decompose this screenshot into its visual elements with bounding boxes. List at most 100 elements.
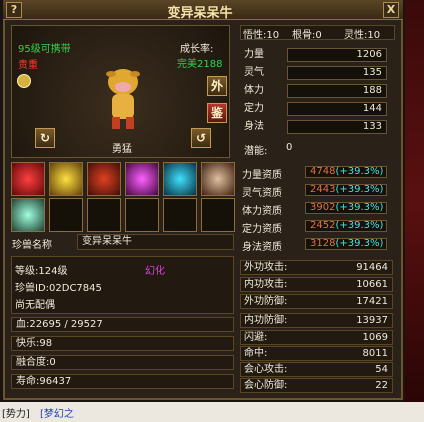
rotate-left-icon: ↻ (39, 131, 51, 145)
aptitude-bonus: (+39.3%) (335, 166, 384, 177)
aptitude-bonus: (+39.3%) (335, 184, 384, 195)
genbone-stat: 根骨:0 (292, 30, 322, 41)
stat-value-agility: 133 (287, 120, 387, 134)
aptitude-base: 3128 (310, 238, 336, 249)
aptitude-base: 4748 (310, 166, 336, 177)
skill-slot-2[interactable] (49, 162, 83, 196)
combat-row-int-defense: 内功防御: 13937 (240, 313, 393, 328)
spouse-status: 尚无配偶 (15, 300, 55, 311)
help-button[interactable]: ? (6, 2, 22, 18)
skill-slot-10[interactable] (125, 198, 159, 232)
combat-row-hit: 命中: 8011 (240, 346, 393, 361)
lingxing-stat: 灵性:10 (344, 30, 381, 41)
skill-slot-6[interactable] (201, 162, 235, 196)
combat-label: 外功攻击: (244, 262, 288, 273)
stat-name-spirit: 灵气 (244, 67, 264, 78)
pet-level: 等级:124级 (15, 266, 68, 277)
happiness-row: 快乐:98 (11, 336, 234, 351)
carry-level: 95级可携带 (18, 40, 71, 55)
combat-value: 1069 (362, 332, 388, 343)
combat-row-ext-defense: 外功防御: 17421 (240, 294, 393, 309)
skill-slot-5[interactable] (163, 162, 197, 196)
chat-channel[interactable]: [势力] (2, 405, 30, 420)
skill-slot-3[interactable] (87, 162, 121, 196)
lifespan-row: 寿命:96437 (11, 374, 234, 389)
skill-slot-7[interactable] (11, 198, 45, 232)
rotate-right-icon: ↺ (195, 131, 207, 145)
hp-row: 血:22695 / 29527 (11, 317, 234, 332)
combat-label: 会心攻击: (244, 364, 288, 375)
combat-label: 命中: (244, 348, 268, 359)
combat-row-dodge: 闪避: 1069 (240, 330, 393, 345)
stat-name-stamina: 体力 (244, 85, 264, 96)
aptitude-bonus: (+39.3%) (335, 220, 384, 231)
aptitude-base: 3902 (310, 202, 336, 213)
combat-value: 17421 (356, 296, 388, 307)
stat-name-agility: 身法 (244, 121, 264, 132)
combat-row-ext-attack: 外功攻击: 91464 (240, 260, 393, 275)
wuxing-stat: 悟性:10 (243, 30, 280, 41)
stat-name-strength: 力量 (244, 49, 264, 60)
aptitude-bar-stamina: 3902(+39.3%) (305, 202, 387, 214)
combat-value: 91464 (356, 262, 388, 273)
combat-value: 22 (375, 380, 388, 391)
growth-value: 完美2188 (177, 59, 223, 70)
inspect-button[interactable]: 鉴 (207, 103, 227, 123)
skill-slot-4[interactable] (125, 162, 159, 196)
combat-label: 会心防御: (244, 380, 288, 391)
fusion-row: 融合度:0 (11, 355, 234, 370)
aptitude-bar-agility: 3128(+39.3%) (305, 238, 387, 250)
combat-label: 外功防御: (244, 296, 288, 307)
aptitude-base: 2452 (310, 220, 336, 231)
background-scene (405, 0, 424, 402)
pet-name-label: 珍兽名称 (12, 240, 52, 251)
stat-name-focus: 定力 (244, 103, 264, 114)
combat-row-crit-defense: 会心防御: 22 (240, 378, 393, 393)
aptitude-bar-strength: 4748(+39.3%) (305, 166, 387, 178)
combat-label: 内功防御: (244, 315, 288, 326)
skill-slot-1[interactable] (11, 162, 45, 196)
rotate-right-button[interactable]: ↺ (191, 128, 211, 148)
external-button[interactable]: 外 (207, 76, 227, 96)
skill-slot-8[interactable] (49, 198, 83, 232)
aptitude-name-stamina: 体力资质 (242, 206, 282, 217)
pet-model-image (106, 69, 140, 129)
close-button[interactable]: X (383, 2, 399, 18)
combat-value: 13937 (356, 315, 388, 326)
aptitude-name-spirit: 灵气资质 (242, 188, 282, 199)
potential-value: 0 (286, 142, 293, 153)
combat-label: 闪避: (244, 332, 268, 343)
window-title: 变异呆呆牛 (167, 6, 233, 21)
pet-type-icon (17, 74, 31, 88)
stat-value-spirit: 135 (287, 66, 387, 80)
combat-value: 10661 (356, 279, 388, 290)
aptitude-bar-spirit: 2443(+39.3%) (305, 184, 387, 196)
potential-label: 潜能: (244, 146, 268, 157)
skill-slot-12[interactable] (201, 198, 235, 232)
stat-value-strength: 1206 (287, 48, 387, 62)
carry-level-text: 95级可携带 (18, 44, 71, 55)
combat-value: 54 (375, 364, 388, 375)
combat-row-crit-attack: 会心攻击: 54 (240, 362, 393, 377)
aptitude-base: 2443 (310, 184, 336, 195)
pet-id: 珍兽ID:02DC7845 (15, 283, 102, 294)
aptitude-name-focus: 定力资质 (242, 224, 282, 235)
combat-row-int-attack: 内功攻击: 10661 (240, 277, 393, 292)
aptitude-name-strength: 力量资质 (242, 170, 282, 181)
rotate-left-button[interactable]: ↻ (35, 128, 55, 148)
skill-slot-11[interactable] (163, 198, 197, 232)
transform-label[interactable]: 幻化 (145, 262, 165, 277)
stat-value-focus: 144 (287, 102, 387, 116)
chat-link[interactable]: [梦幻之 (40, 405, 74, 420)
combat-label: 内功攻击: (244, 279, 288, 290)
stat-value-stamina: 188 (287, 84, 387, 98)
aptitude-bonus: (+39.3%) (335, 238, 384, 249)
growth-label: 成长率: (180, 44, 214, 55)
aptitude-bonus: (+39.3%) (335, 202, 384, 213)
combat-value: 8011 (362, 348, 388, 359)
temperament-label: 勇猛 (112, 144, 132, 155)
skill-slot-9[interactable] (87, 198, 121, 232)
chat-bar[interactable]: [势力] [梦幻之 (0, 402, 424, 422)
aptitude-name-agility: 身法资质 (242, 242, 282, 253)
pet-name-field[interactable]: 变异呆呆牛 (77, 234, 234, 250)
